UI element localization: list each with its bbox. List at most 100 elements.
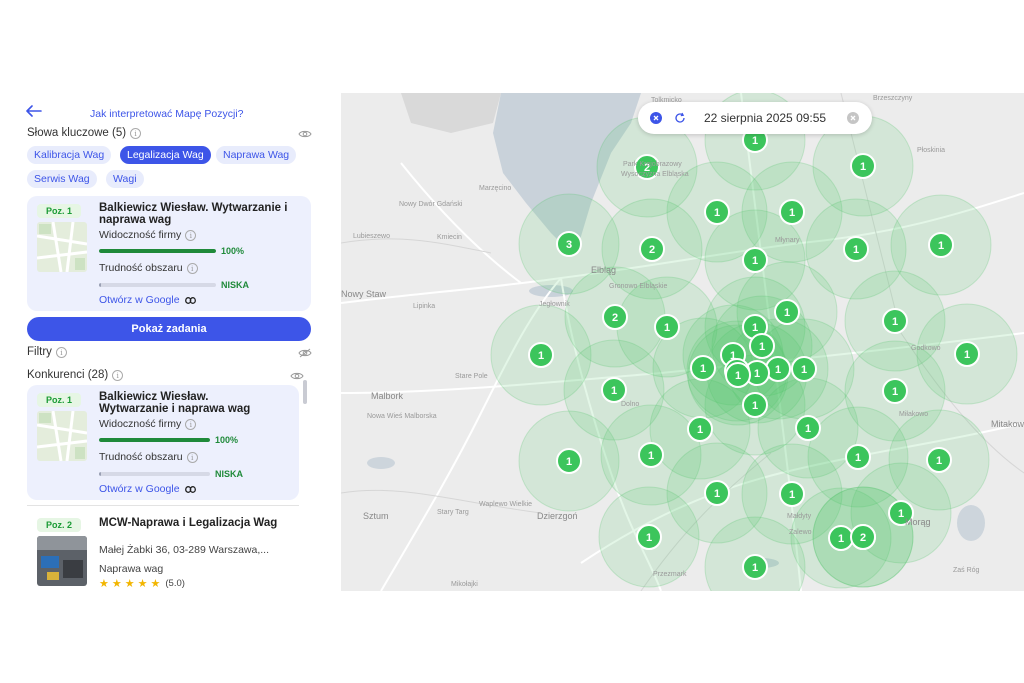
rank-marker[interactable]: 1 [928, 232, 954, 258]
filters-title[interactable]: Filtry i [27, 346, 67, 358]
rank-marker[interactable]: 1 [795, 415, 821, 441]
star-icon: ★ [99, 578, 109, 590]
rank-marker[interactable]: 1 [704, 199, 730, 225]
position-badge: Poz. 1 [37, 204, 81, 218]
place-label: Mitakowo [991, 419, 1024, 429]
rank-marker[interactable]: 1 [765, 356, 791, 382]
rank-marker-label: 1 [860, 161, 866, 173]
close-icon[interactable] [650, 112, 662, 124]
rank-marker[interactable]: 1 [725, 362, 751, 388]
rank-marker[interactable]: 1 [882, 308, 908, 334]
open-in-google-link[interactable]: Otwórz w Google [99, 294, 196, 306]
place-label: Sztum [363, 511, 389, 521]
place-label: Młynary [775, 237, 800, 244]
eye-off-icon[interactable] [298, 348, 312, 358]
rank-marker[interactable]: 1 [638, 442, 664, 468]
rank-marker[interactable]: 1 [828, 525, 854, 551]
rank-marker[interactable]: 1 [850, 153, 876, 179]
keyword-chip[interactable]: Wagi [106, 170, 144, 188]
competitors-scrollbar[interactable] [303, 380, 307, 404]
difficulty-bar-fill [99, 472, 102, 476]
rank-marker[interactable]: 1 [926, 447, 952, 473]
competitor-title[interactable]: Balkiewicz Wiesław. Wytwarzanie i napraw… [99, 391, 274, 415]
rank-marker[interactable]: 1 [556, 448, 582, 474]
info-icon[interactable]: i [112, 369, 124, 381]
selected-business-card[interactable]: Poz. 1 Balkiewicz Wiesław. Wytwarzanie i… [27, 196, 311, 311]
info-icon[interactable]: i [185, 418, 197, 430]
rank-marker[interactable]: 1 [687, 416, 713, 442]
link-icon [184, 485, 196, 493]
business-title[interactable]: Balkiewicz Wiesław. Wytwarzanie i napraw… [99, 202, 304, 226]
rank-marker[interactable]: 2 [850, 524, 876, 550]
clear-icon[interactable] [847, 112, 859, 124]
visibility-bar-fill [99, 249, 216, 253]
rank-marker-label: 1 [648, 450, 654, 462]
rank-marker[interactable]: 1 [845, 444, 871, 470]
rank-marker[interactable]: 1 [704, 480, 730, 506]
rank-marker-label: 1 [853, 244, 859, 256]
rank-marker[interactable]: 1 [742, 247, 768, 273]
rank-marker[interactable]: 3 [556, 231, 582, 257]
difficulty-value: NISKA [215, 469, 244, 479]
keyword-chip[interactable]: Naprawa Wag [216, 146, 297, 164]
date-selector[interactable]: 22 sierpnia 2025 09:55 [638, 102, 872, 134]
rank-marker-label: 1 [789, 207, 795, 219]
eye-icon[interactable] [290, 371, 304, 381]
competitor-category: Naprawa wag [99, 563, 164, 575]
star-icon: ★ [150, 578, 161, 590]
visibility-bar [99, 438, 210, 442]
competitor-card[interactable]: Poz. 1 Balkiewicz Wiesław. Wytwarzanie i… [27, 385, 299, 500]
position-map[interactable]: 1211132111211111111111111111111111111111… [341, 93, 1024, 591]
place-label: Zalewo [789, 529, 812, 536]
rank-marker[interactable]: 1 [742, 392, 768, 418]
refresh-icon[interactable] [674, 112, 686, 124]
place-label: Mikołajki [451, 581, 478, 588]
place-label: Gronowo Elbląskie [609, 283, 668, 290]
rank-marker[interactable]: 1 [774, 299, 800, 325]
eye-icon[interactable] [298, 129, 312, 139]
back-arrow-icon[interactable] [26, 105, 42, 117]
rank-marker-label: 1 [664, 322, 670, 334]
info-icon[interactable]: i [130, 127, 142, 139]
position-badge: Poz. 2 [37, 518, 81, 532]
rank-marker[interactable]: 1 [636, 524, 662, 550]
rank-marker[interactable]: 1 [601, 377, 627, 403]
rank-marker[interactable]: 1 [779, 199, 805, 225]
rank-marker[interactable]: 1 [954, 341, 980, 367]
help-link[interactable]: Jak interpretować Mapę Pozycji? [90, 108, 244, 120]
rank-marker-label: 1 [752, 400, 758, 412]
rank-marker[interactable]: 1 [882, 378, 908, 404]
show-tasks-button[interactable]: Pokaż zadania [27, 317, 311, 341]
rank-marker[interactable]: 1 [791, 356, 817, 382]
place-label: Stary Targ [437, 509, 469, 516]
rank-marker[interactable]: 1 [742, 554, 768, 580]
place-label: Lipinka [413, 303, 436, 310]
visibility-label: Widoczność firmy i [99, 418, 197, 430]
open-in-google-link[interactable]: Otwórz w Google [99, 483, 196, 495]
rank-marker[interactable]: 1 [843, 236, 869, 262]
info-icon[interactable]: i [55, 346, 67, 358]
rank-marker-label: 1 [735, 370, 741, 382]
rank-marker[interactable]: 1 [749, 333, 775, 359]
rank-marker-label: 1 [714, 207, 720, 219]
info-icon[interactable]: i [185, 229, 197, 241]
info-icon[interactable]: i [186, 262, 198, 274]
rank-marker-label: 1 [566, 456, 572, 468]
keyword-chip-active[interactable]: Legalizacja Wag [120, 146, 211, 164]
competitor-title[interactable]: MCW-Naprawa i Legalizacja Wag [99, 517, 299, 529]
keyword-chip[interactable]: Kalibracja Wag [27, 146, 112, 164]
rank-marker[interactable]: 2 [639, 236, 665, 262]
rank-marker[interactable]: 1 [690, 355, 716, 381]
place-label: Nowa Wieś Malborska [367, 413, 437, 420]
keyword-chip[interactable]: Serwis Wag [27, 170, 97, 188]
rank-marker[interactable]: 2 [602, 304, 628, 330]
info-icon[interactable]: i [186, 451, 198, 463]
place-label: Dolno [621, 401, 640, 408]
place-label: Dzierzgoń [537, 511, 578, 521]
divider [27, 505, 299, 506]
place-label: Stare Pole [455, 373, 488, 380]
rank-marker[interactable]: 1 [528, 342, 554, 368]
rank-marker[interactable]: 1 [779, 481, 805, 507]
place-label: Waplewo Wielkie [479, 501, 533, 508]
rank-marker[interactable]: 1 [654, 314, 680, 340]
